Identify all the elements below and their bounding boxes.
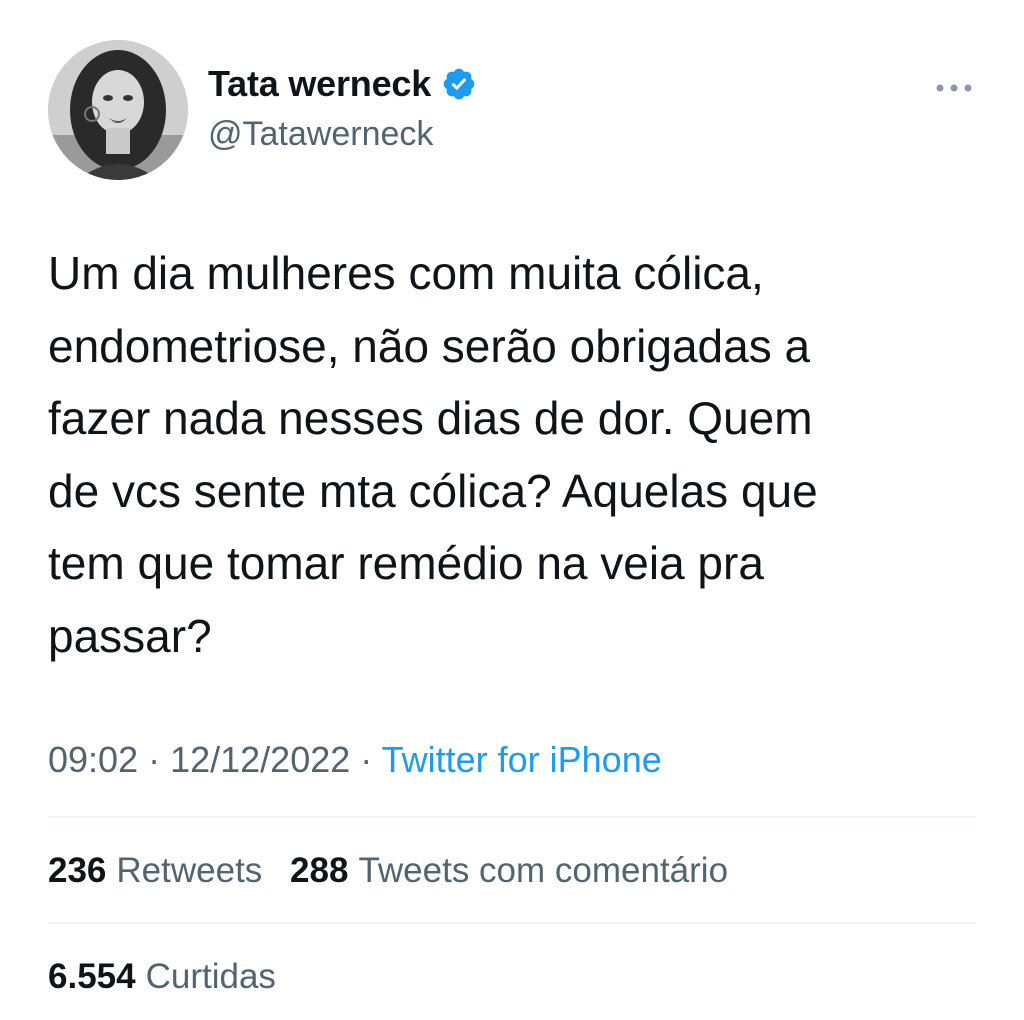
avatar[interactable] — [48, 40, 188, 180]
more-horizontal-icon[interactable] — [930, 76, 978, 100]
meta-separator: · — [350, 739, 382, 780]
quote-tweets-label: Tweets com comentário — [358, 851, 729, 890]
tweet-text: Um dia mulheres com muita cólica, endome… — [48, 247, 818, 662]
tweet-source-link[interactable]: Twitter for iPhone — [382, 739, 662, 780]
divider — [48, 816, 976, 818]
quote-tweets-count: 288 — [290, 851, 349, 890]
profile-photo — [48, 40, 188, 180]
engagement-stats: 236 Retweets 288 Tweets com comentário — [48, 846, 746, 896]
author-display-name[interactable]: Tata werneck — [208, 62, 431, 106]
retweets-stat[interactable]: 236 Retweets — [48, 846, 262, 896]
author-handle[interactable]: @Tatawerneck — [208, 112, 433, 156]
author-name-row: Tata werneck — [208, 62, 477, 106]
tweet-date[interactable]: 12/12/2022 — [170, 739, 350, 780]
likes-label: Curtidas — [145, 957, 276, 996]
likes-count: 6.554 — [48, 957, 136, 996]
verified-badge-icon — [441, 66, 477, 102]
retweets-count: 236 — [48, 851, 107, 890]
quote-tweets-stat[interactable]: 288 Tweets com comentário — [290, 846, 728, 896]
divider — [48, 922, 976, 924]
likes-stat[interactable]: 6.554 Curtidas — [48, 952, 276, 1002]
tweet-time[interactable]: 09:02 — [48, 739, 138, 780]
tweet-meta: 09:02 · 12/12/2022 · Twitter for iPhone — [48, 735, 662, 785]
retweets-label: Retweets — [116, 851, 263, 890]
likes-stats: 6.554 Curtidas — [48, 952, 294, 1002]
meta-separator: · — [138, 739, 171, 780]
